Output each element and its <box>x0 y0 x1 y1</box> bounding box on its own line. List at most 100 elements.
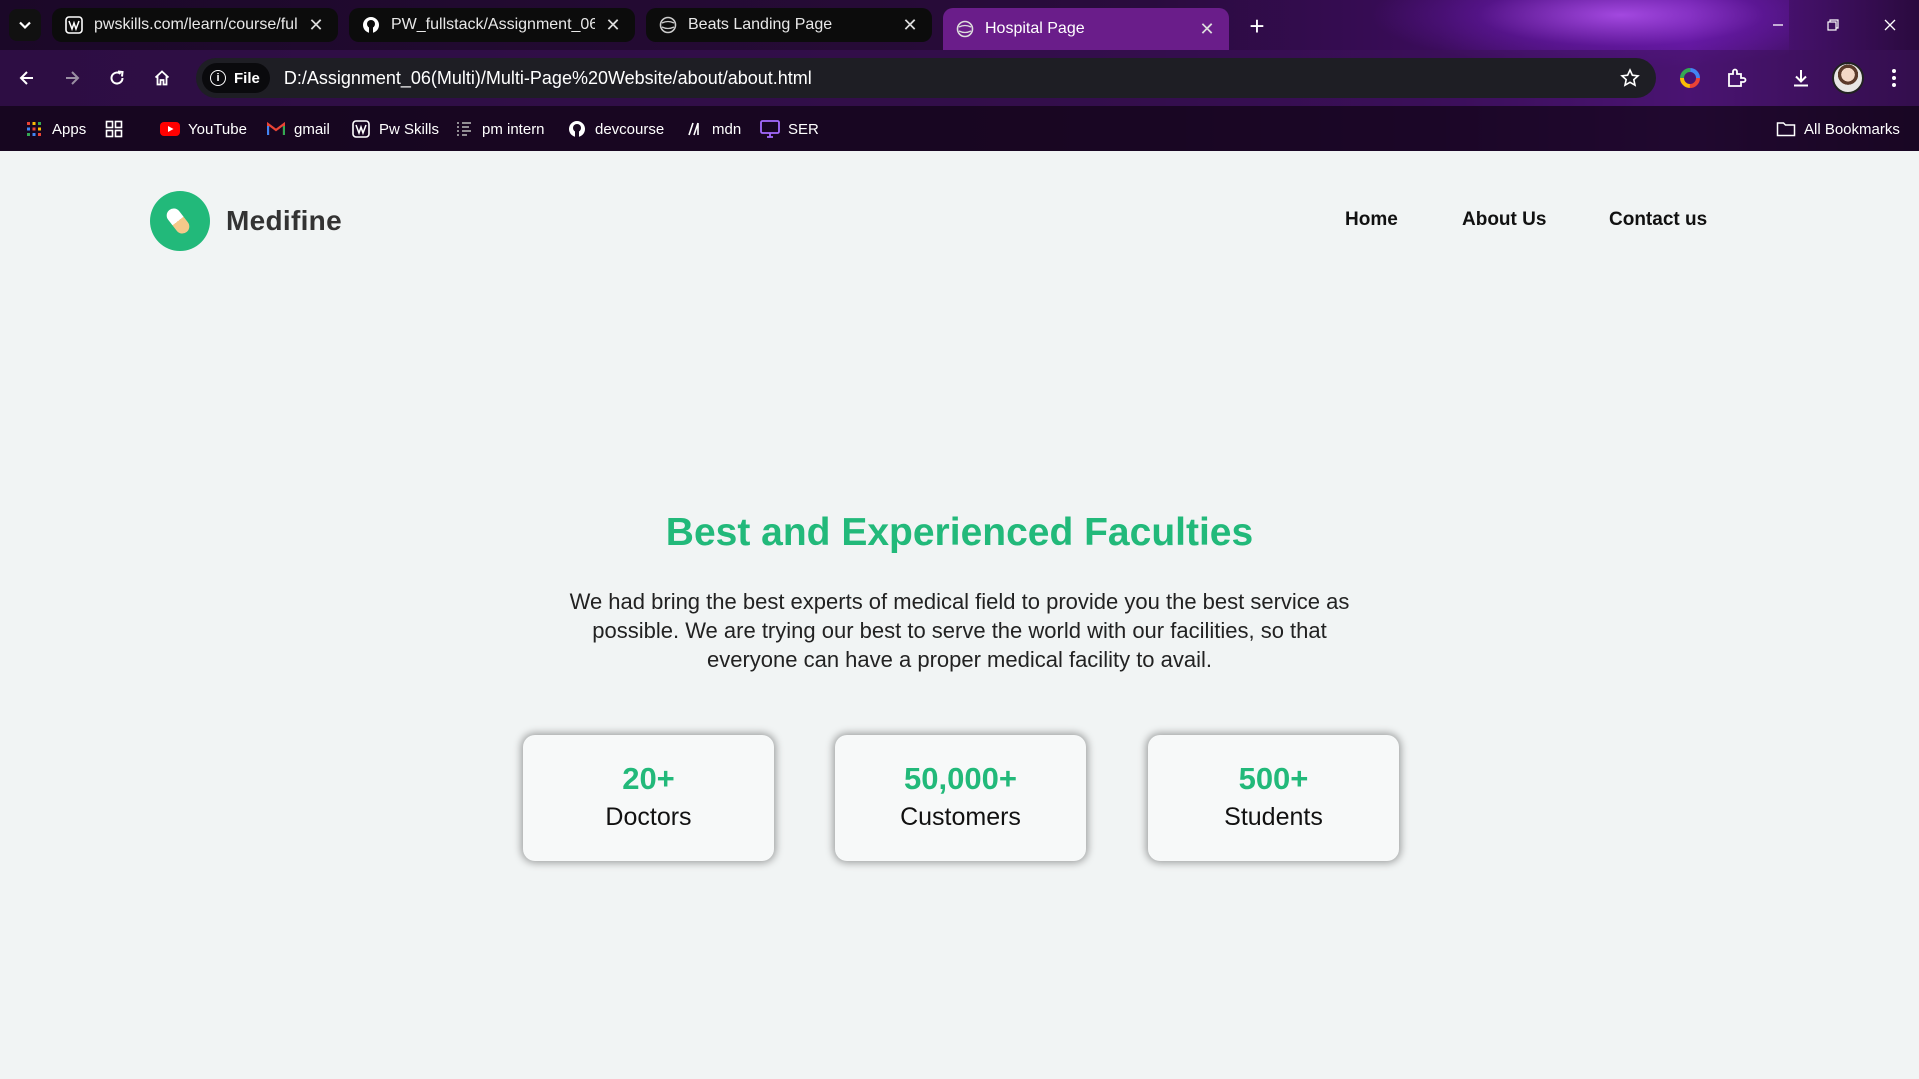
globe-icon <box>658 15 678 35</box>
stat-card-customers: 50,000+ Customers <box>835 735 1086 861</box>
bookmark-label: devcourse <box>595 120 665 138</box>
restore-button[interactable] <box>1813 10 1853 40</box>
stat-value: 20+ <box>622 761 675 796</box>
bookmark-youtube[interactable]: YouTube <box>160 117 247 141</box>
extension-color-button[interactable] <box>1672 60 1708 96</box>
tab-title: pwskills.com/learn/course/full-s <box>94 16 298 33</box>
youtube-icon <box>160 120 180 138</box>
brand-name: Medifine <box>226 205 342 236</box>
close-icon[interactable]: ✕ <box>900 15 920 35</box>
back-button[interactable] <box>9 60 45 96</box>
bookmark-tab-groups[interactable] <box>104 117 132 141</box>
download-icon <box>1794 70 1808 87</box>
star-icon <box>1620 68 1640 87</box>
tab-github[interactable]: PW_fullstack/Assignment_06(M ✕ <box>349 8 635 42</box>
downloads-button[interactable] <box>1783 60 1819 96</box>
bookmark-apps[interactable]: Apps <box>24 117 86 141</box>
home-button[interactable] <box>144 60 180 96</box>
folder-icon <box>1776 120 1796 138</box>
site-logo[interactable]: Medifine <box>150 191 342 251</box>
tab-search-button[interactable] <box>9 9 41 41</box>
list-icon <box>454 120 474 138</box>
stat-value: 500+ <box>1238 761 1309 796</box>
section-description: We had bring the best experts of medical… <box>569 589 1350 672</box>
reload-button[interactable] <box>99 60 135 96</box>
globe-icon <box>955 19 975 39</box>
color-ring-icon <box>1680 68 1700 88</box>
stat-card-doctors: 20+ Doctors <box>523 735 774 861</box>
bookmark-pwskills[interactable]: Pw Skills <box>351 117 439 141</box>
restore-icon <box>1827 19 1839 31</box>
arrow-left-icon <box>19 71 33 85</box>
bookmark-mdn[interactable]: mdn <box>684 117 741 141</box>
nav-contact-us[interactable]: Contact us <box>1609 209 1707 231</box>
stat-label: Customers <box>900 803 1021 831</box>
all-bookmarks-label: All Bookmarks <box>1804 120 1900 138</box>
bookmark-star-button[interactable] <box>1612 60 1648 96</box>
minimize-button[interactable] <box>1758 10 1798 40</box>
github-icon <box>567 120 587 138</box>
profile-avatar[interactable] <box>1832 62 1864 94</box>
minimize-icon <box>1773 24 1783 26</box>
chip-label: File <box>234 69 260 87</box>
monitor-icon <box>760 120 780 138</box>
browser-menu-button[interactable] <box>1876 60 1912 96</box>
close-icon <box>1884 19 1896 31</box>
nav-about-us[interactable]: About Us <box>1462 209 1546 231</box>
bookmark-label: YouTube <box>188 120 247 138</box>
new-tab-button[interactable]: + <box>1241 10 1273 42</box>
site-info-chip[interactable]: i File <box>202 63 270 93</box>
stat-label: Students <box>1224 803 1323 831</box>
tab-groups-icon <box>104 120 124 138</box>
close-window-button[interactable] <box>1870 10 1910 40</box>
stat-card-students: 500+ Students <box>1148 735 1399 861</box>
info-icon: i <box>210 70 226 86</box>
bookmark-label: gmail <box>294 120 330 138</box>
bookmark-label: Apps <box>52 120 87 138</box>
tab-title: PW_fullstack/Assignment_06(M <box>391 16 595 33</box>
bookmarks-bar: Apps YouTube gmail Pw Skills pm intern d… <box>0 106 1919 151</box>
pwskills-icon <box>351 120 371 138</box>
home-icon <box>154 70 170 86</box>
bookmark-gmail[interactable]: gmail <box>266 117 330 141</box>
bookmark-label: mdn <box>712 120 742 138</box>
chevron-down-icon <box>19 21 31 30</box>
reload-icon <box>110 70 124 85</box>
tab-title: Hospital Page <box>985 20 1085 37</box>
close-icon[interactable]: ✕ <box>1197 19 1217 39</box>
browser-toolbar: i File D:/Assignment_06(Multi)/Multi-Pag… <box>0 50 1919 106</box>
puzzle-icon <box>1728 68 1747 87</box>
extensions-button[interactable] <box>1718 60 1754 96</box>
address-bar[interactable]: i File D:/Assignment_06(Multi)/Multi-Pag… <box>196 58 1656 98</box>
tab-beats[interactable]: Beats Landing Page ✕ <box>646 8 932 42</box>
stat-value: 50,000+ <box>904 761 1017 796</box>
mdn-icon <box>684 120 704 138</box>
all-bookmarks-button[interactable]: All Bookmarks <box>1776 117 1900 141</box>
forward-button[interactable] <box>54 60 90 96</box>
tab-hospital-page[interactable]: Hospital Page ✕ <box>943 8 1229 50</box>
tab-strip: pwskills.com/learn/course/full-s ✕ PW_fu… <box>0 0 1919 70</box>
github-icon <box>361 15 381 35</box>
bookmark-label: Pw Skills <box>379 120 440 138</box>
nav-home[interactable]: Home <box>1345 209 1398 231</box>
browser-chrome: pwskills.com/learn/course/full-s ✕ PW_fu… <box>0 0 1919 151</box>
pill-logo-icon <box>150 191 210 251</box>
bookmark-label: SER <box>788 120 819 138</box>
section-title: Best and Experienced Faculties <box>665 511 1254 554</box>
page-content: Medifine Home About Us Contact us Best a… <box>0 151 1919 1079</box>
more-vertical-icon <box>1892 69 1896 87</box>
bookmark-devcourse[interactable]: devcourse <box>567 117 664 141</box>
apps-grid-icon <box>24 120 44 138</box>
bookmark-ser[interactable]: SER <box>760 117 819 141</box>
bookmark-label: pm intern <box>482 120 545 138</box>
close-icon[interactable]: ✕ <box>306 15 326 35</box>
gmail-icon <box>266 120 286 138</box>
pill-icon <box>163 205 193 237</box>
stat-label: Doctors <box>605 803 692 831</box>
close-icon[interactable]: ✕ <box>603 15 623 35</box>
bookmark-pm-intern[interactable]: pm intern <box>454 117 545 141</box>
pwskills-icon <box>64 15 84 35</box>
tab-pwskills[interactable]: pwskills.com/learn/course/full-s ✕ <box>52 8 338 42</box>
arrow-right-icon <box>66 71 80 85</box>
url-text[interactable]: D:/Assignment_06(Multi)/Multi-Page%20Web… <box>284 68 1612 89</box>
